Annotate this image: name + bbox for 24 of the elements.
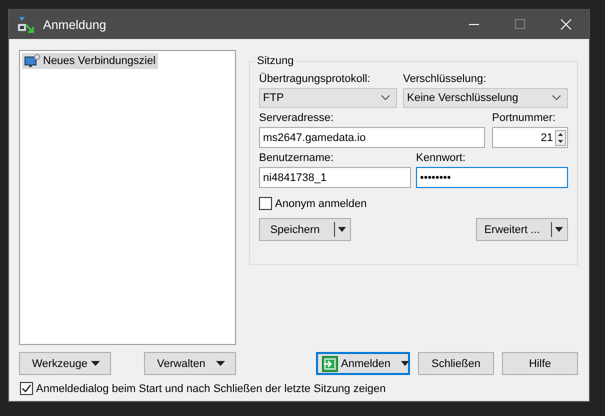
save-button[interactable]: Speichern [259, 218, 351, 241]
dialog-button[interactable]: Schließen [418, 352, 494, 375]
field-label: Benutzername: [259, 152, 335, 164]
site-item[interactable]: Neues Verbindungsziel [22, 53, 158, 69]
host-field[interactable]: ms2647.gamedata.io [259, 127, 485, 148]
show-on-start-checkbox[interactable]: Anmeldedialog beim Start und nach Schließen der letzte Sitzung zeigen [20, 382, 578, 395]
field-label: Portnummer: [492, 112, 557, 124]
menu-button[interactable]: Verwalten [144, 352, 236, 375]
field-label: Serveradresse: [259, 112, 335, 124]
encryption-dropdown[interactable]: Keine Verschlüsselung [403, 88, 568, 108]
group-title: Sitzung [256, 55, 295, 67]
field-label: Verschlüsselung: [403, 73, 488, 85]
field-label: Übertragungsprotokoll: [259, 73, 372, 85]
advanced-button[interactable]: Erweitert ... [476, 218, 568, 241]
protocol-dropdown[interactable]: FTP [259, 88, 397, 108]
window-title: Anmeldung [43, 18, 106, 32]
menu-button[interactable]: Werkzeuge [19, 352, 111, 375]
username-field[interactable]: ni4841738_1 [259, 167, 411, 188]
anonymous-checkbox[interactable]: Anonym anmelden [259, 197, 568, 210]
field-label: Kennwort: [416, 152, 467, 164]
login-button[interactable]: Anmelden [316, 352, 410, 375]
port-field[interactable]: 21 [492, 127, 568, 148]
dialog-button[interactable]: Hilfe [502, 352, 578, 375]
password-field[interactable]: •••••••• [416, 167, 568, 188]
